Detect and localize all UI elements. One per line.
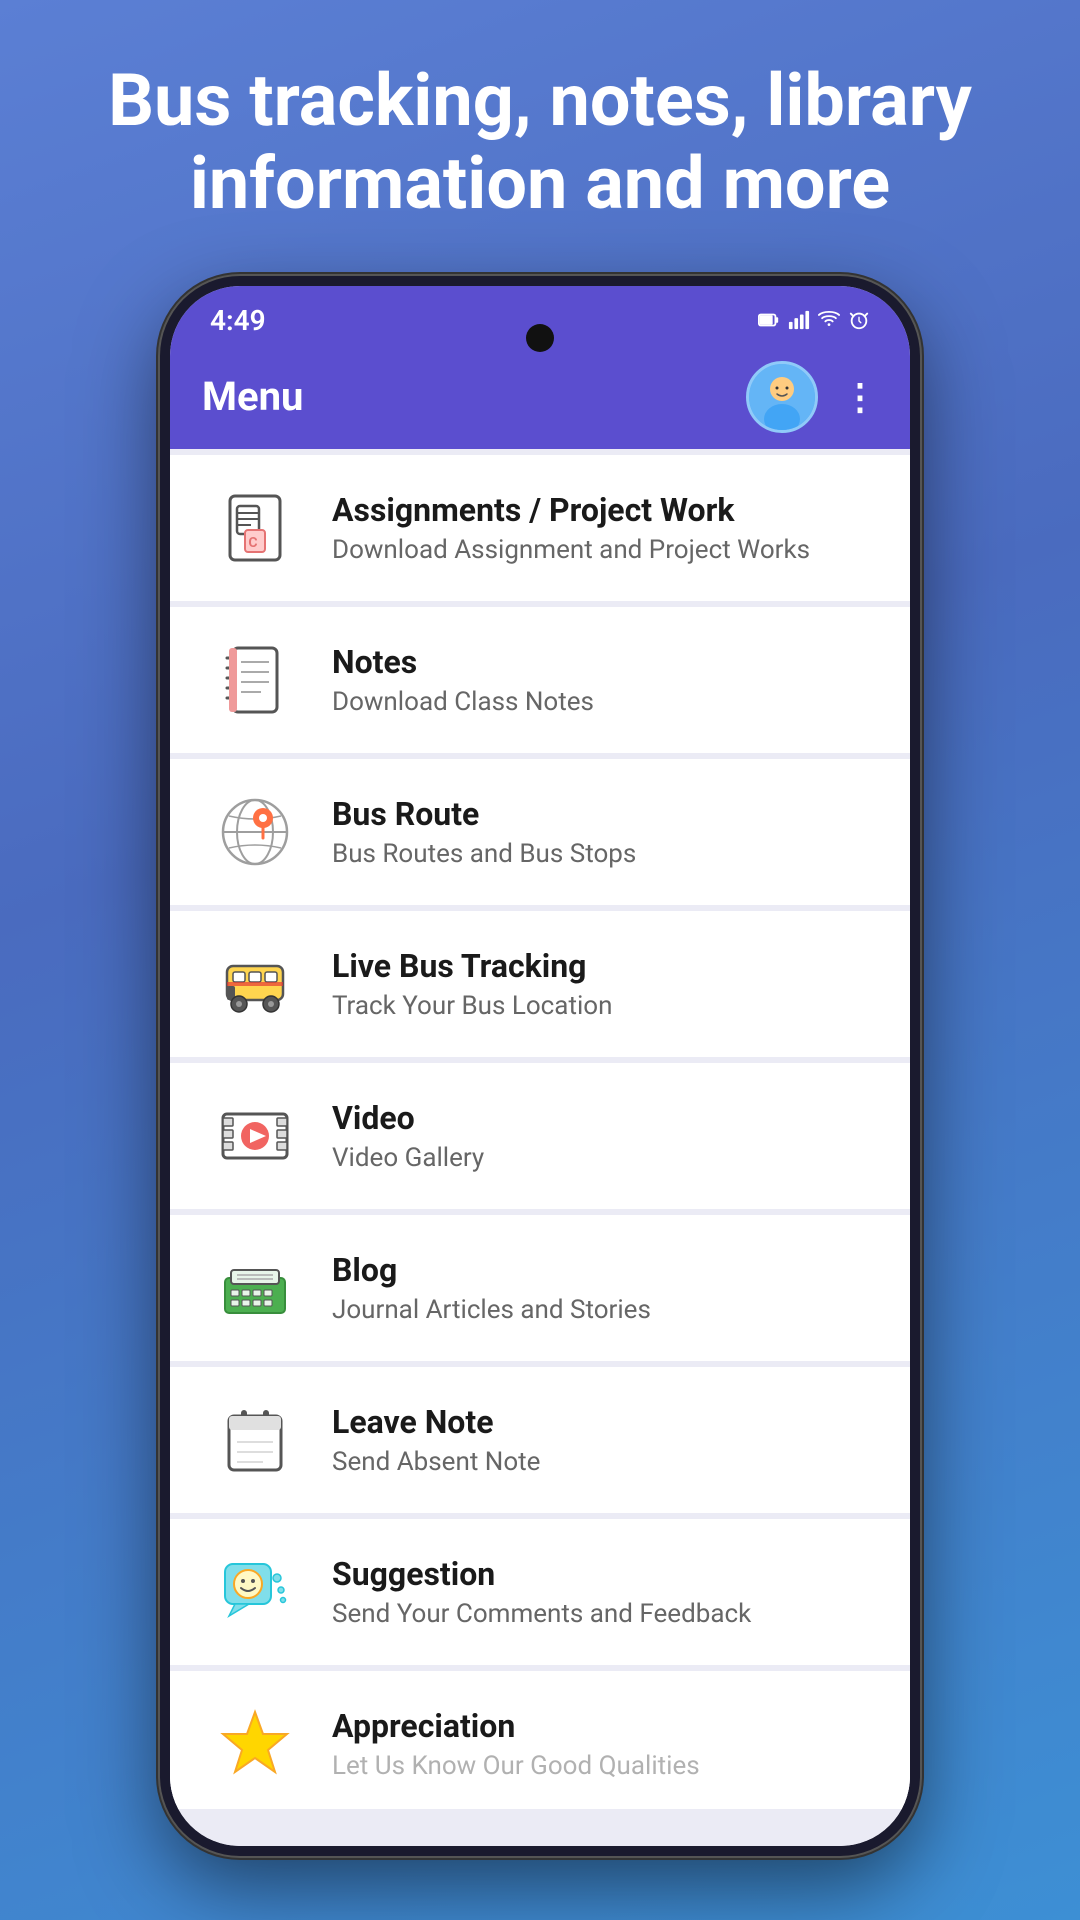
assignments-icon: C bbox=[215, 488, 295, 568]
app-bar-title: Menu bbox=[202, 373, 303, 420]
bus-route-subtitle: Bus Routes and Bus Stops bbox=[332, 839, 870, 869]
bus-route-title: Bus Route bbox=[332, 795, 870, 833]
notes-title: Notes bbox=[332, 643, 870, 681]
status-time: 4:49 bbox=[210, 304, 266, 337]
menu-item-blog[interactable]: Blog Journal Articles and Stories bbox=[170, 1215, 910, 1361]
camera-notch bbox=[526, 324, 554, 352]
video-text: Video Video Gallery bbox=[332, 1099, 870, 1173]
app-bar: Menu ⋮ bbox=[170, 345, 910, 449]
video-icon-wrap bbox=[210, 1091, 300, 1181]
phone-mockup: 4:49 Menu bbox=[160, 276, 920, 1856]
alarm-icon bbox=[848, 309, 870, 331]
live-bus-icon bbox=[215, 944, 295, 1024]
bus-route-icon bbox=[215, 792, 295, 872]
menu-item-leave-note[interactable]: Leave Note Send Absent Note bbox=[170, 1367, 910, 1513]
menu-item-appreciation[interactable]: Appreciation Let Us Know Our Good Qualit… bbox=[170, 1671, 910, 1809]
video-icon bbox=[215, 1096, 295, 1176]
assignments-text: Assignments / Project Work Download Assi… bbox=[332, 491, 870, 565]
leave-note-title: Leave Note bbox=[332, 1403, 870, 1441]
app-bar-right: ⋮ bbox=[746, 361, 878, 433]
menu-item-notes[interactable]: Notes Download Class Notes bbox=[170, 607, 910, 753]
menu-list: C Assignments / Project Work Download As… bbox=[170, 449, 910, 1846]
appreciation-subtitle: Let Us Know Our Good Qualities bbox=[332, 1751, 870, 1781]
bus-route-text: Bus Route Bus Routes and Bus Stops bbox=[332, 795, 870, 869]
blog-icon-wrap bbox=[210, 1243, 300, 1333]
notes-text: Notes Download Class Notes bbox=[332, 643, 870, 717]
menu-item-video[interactable]: Video Video Gallery bbox=[170, 1063, 910, 1209]
battery-icon bbox=[758, 309, 780, 331]
blog-icon bbox=[215, 1248, 295, 1328]
blog-title: Blog bbox=[332, 1251, 870, 1289]
status-icons bbox=[758, 309, 870, 331]
hero-title: Bus tracking, notes, library information… bbox=[0, 0, 1080, 276]
live-bus-title: Live Bus Tracking bbox=[332, 947, 870, 985]
blog-subtitle: Journal Articles and Stories bbox=[332, 1295, 870, 1325]
avatar-image bbox=[749, 364, 815, 430]
svg-text:C: C bbox=[248, 535, 257, 551]
leave-note-icon bbox=[215, 1400, 295, 1480]
user-avatar[interactable] bbox=[746, 361, 818, 433]
leave-note-text: Leave Note Send Absent Note bbox=[332, 1403, 870, 1477]
assignments-icon-wrap: C bbox=[210, 483, 300, 573]
notes-icon bbox=[215, 640, 295, 720]
appreciation-text: Appreciation Let Us Know Our Good Qualit… bbox=[332, 1707, 870, 1781]
live-bus-subtitle: Track Your Bus Location bbox=[332, 991, 870, 1021]
appreciation-title: Appreciation bbox=[332, 1707, 870, 1745]
video-title: Video bbox=[332, 1099, 870, 1137]
notes-subtitle: Download Class Notes bbox=[332, 687, 870, 717]
suggestion-text: Suggestion Send Your Comments and Feedba… bbox=[332, 1555, 870, 1629]
assignments-subtitle: Download Assignment and Project Works bbox=[332, 535, 870, 565]
wifi-icon bbox=[818, 309, 840, 331]
bus-route-icon-wrap bbox=[210, 787, 300, 877]
assignments-title: Assignments / Project Work bbox=[332, 491, 870, 529]
phone-screen: 4:49 Menu bbox=[170, 286, 910, 1846]
menu-item-suggestion[interactable]: Suggestion Send Your Comments and Feedba… bbox=[170, 1519, 910, 1665]
suggestion-subtitle: Send Your Comments and Feedback bbox=[332, 1599, 870, 1629]
menu-item-assignments[interactable]: C Assignments / Project Work Download As… bbox=[170, 455, 910, 601]
video-subtitle: Video Gallery bbox=[332, 1143, 870, 1173]
notes-icon-wrap bbox=[210, 635, 300, 725]
appreciation-icon bbox=[215, 1704, 295, 1784]
blog-text: Blog Journal Articles and Stories bbox=[332, 1251, 870, 1325]
more-menu-icon[interactable]: ⋮ bbox=[842, 376, 878, 418]
menu-item-bus-route[interactable]: Bus Route Bus Routes and Bus Stops bbox=[170, 759, 910, 905]
leave-note-icon-wrap bbox=[210, 1395, 300, 1485]
appreciation-icon-wrap bbox=[210, 1699, 300, 1789]
suggestion-icon-wrap bbox=[210, 1547, 300, 1637]
live-bus-text: Live Bus Tracking Track Your Bus Locatio… bbox=[332, 947, 870, 1021]
phone-frame: 4:49 Menu bbox=[160, 276, 920, 1856]
menu-item-live-bus[interactable]: Live Bus Tracking Track Your Bus Locatio… bbox=[170, 911, 910, 1057]
suggestion-title: Suggestion bbox=[332, 1555, 870, 1593]
suggestion-icon bbox=[215, 1552, 295, 1632]
leave-note-subtitle: Send Absent Note bbox=[332, 1447, 870, 1477]
signal-icon bbox=[788, 309, 810, 331]
live-bus-icon-wrap bbox=[210, 939, 300, 1029]
